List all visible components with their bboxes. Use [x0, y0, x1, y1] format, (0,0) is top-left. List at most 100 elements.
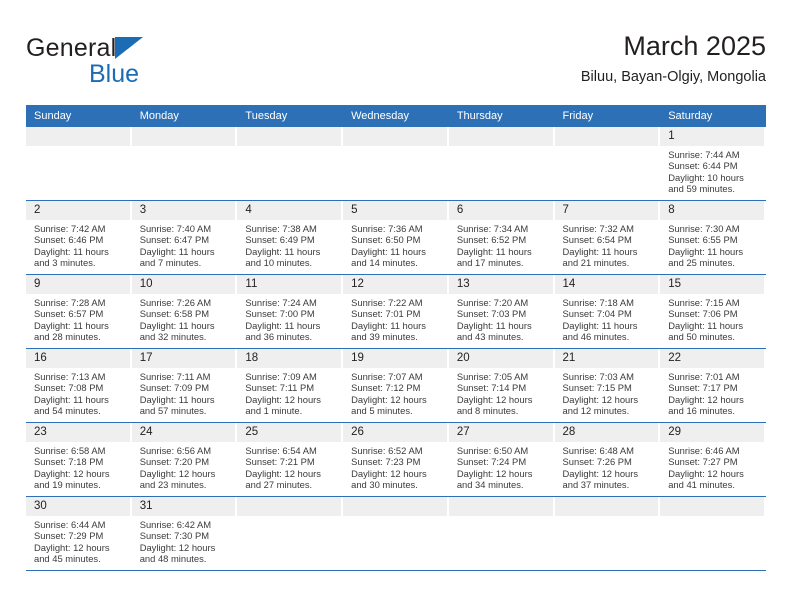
daylight-text-line2: and 30 minutes. — [351, 479, 418, 491]
day-details: Sunrise: 6:50 AM Sunset: 7:24 PM Daylight:… — [449, 442, 555, 491]
calendar-cell-day-29[interactable]: 29 Sunrise: 6:46 AM Sunset: 7:27 PM Dayligh… — [660, 422, 766, 497]
calendar-cell-empty — [131, 127, 238, 201]
sunset-text: Sunset: 6:55 PM — [668, 234, 738, 246]
calendar-cell-day-27[interactable]: 27 Sunrise: 6:50 AM Sunset: 7:24 PM Dayligh… — [448, 422, 555, 497]
sunrise-text: Sunrise: 7:05 AM — [456, 371, 529, 382]
day-details: Sunrise: 6:58 AM Sunset: 7:18 PM Daylight:… — [26, 442, 132, 491]
daylight-text-line1: Daylight: 11 hours — [139, 319, 215, 331]
calendar-cell-day-4[interactable]: 4 Sunrise: 7:38 AM Sunset: 6:49 PM Daylight… — [237, 200, 344, 275]
calendar-cell-day-19[interactable]: 19 Sunrise: 7:07 AM Sunset: 7:12 PM Dayligh… — [343, 348, 449, 423]
calendar-cell-day-2[interactable]: 2 Sunrise: 7:42 AM Sunset: 6:46 PM Daylight… — [26, 200, 132, 275]
day-number: 25 — [237, 423, 342, 442]
daylight-text-line2: and 21 minutes. — [562, 257, 630, 269]
sunrise-text: Sunrise: 6:50 AM — [456, 445, 529, 456]
calendar-cell-day-8[interactable]: 8 Sunrise: 7:30 AM Sunset: 6:55 PM Daylight… — [660, 200, 766, 275]
calendar-cell-day-23[interactable]: 23 Sunrise: 6:58 AM Sunset: 7:18 PM Dayligh… — [26, 422, 132, 497]
calendar-cell-day-30[interactable]: 30 Sunrise: 6:44 AM Sunset: 7:29 PM Dayligh… — [26, 496, 132, 571]
daylight-text-line1: Daylight: 11 hours — [668, 245, 744, 257]
weekday-header-friday: Friday — [554, 105, 661, 127]
sunrise-text: Sunrise: 6:56 AM — [139, 445, 212, 456]
calendar-cell-day-1[interactable]: 1 Sunrise: 7:44 AM Sunset: 6:44 PM Daylight… — [660, 127, 766, 201]
brand-logo[interactable]: General Blue — [26, 34, 266, 94]
day-details: Sunrise: 7:32 AM Sunset: 6:54 PM Daylight:… — [555, 220, 661, 269]
calendar-cell-day-6[interactable]: 6 Sunrise: 7:34 AM Sunset: 6:52 PM Daylight… — [448, 200, 555, 275]
calendar-cell-day-14[interactable]: 14 Sunrise: 7:18 AM Sunset: 7:04 PM Dayligh… — [554, 274, 661, 349]
calendar-cell-day-24[interactable]: 24 Sunrise: 6:56 AM Sunset: 7:20 PM Dayligh… — [131, 422, 238, 497]
calendar-cell-day-26[interactable]: 26 Sunrise: 6:52 AM Sunset: 7:23 PM Dayligh… — [343, 422, 449, 497]
sunrise-text: Sunrise: 6:52 AM — [351, 445, 423, 456]
sunrise-text: Sunrise: 7:22 AM — [351, 297, 423, 308]
calendar-cell-empty — [343, 496, 449, 571]
daylight-text-line1: Daylight: 11 hours — [34, 393, 109, 405]
calendar-cell-day-15[interactable]: 15 Sunrise: 7:15 AM Sunset: 7:06 PM Dayligh… — [660, 274, 766, 349]
daylight-text-line2: and 1 minute. — [245, 405, 303, 417]
sunrise-text: Sunrise: 7:40 AM — [139, 223, 212, 234]
calendar-cell-day-9[interactable]: 9 Sunrise: 7:28 AM Sunset: 6:57 PM Daylight… — [26, 274, 132, 349]
daylight-text-line1: Daylight: 12 hours — [668, 393, 744, 405]
calendar-cell-day-5[interactable]: 5 Sunrise: 7:36 AM Sunset: 6:50 PM Daylight… — [343, 200, 449, 275]
daylight-text-line1: Daylight: 11 hours — [668, 319, 744, 331]
sunrise-text: Sunrise: 7:07 AM — [351, 371, 423, 382]
page-subtitle: Biluu, Bayan-Olgiy, Mongolia — [580, 69, 766, 85]
weekday-header-tuesday: Tuesday — [237, 105, 344, 127]
calendar-cell-day-3[interactable]: 3 Sunrise: 7:40 AM Sunset: 6:47 PM Daylight… — [131, 200, 238, 275]
daylight-text-line2: and 14 minutes. — [351, 257, 418, 269]
calendar-cell-day-12[interactable]: 12 Sunrise: 7:22 AM Sunset: 7:01 PM Dayligh… — [343, 274, 449, 349]
calendar-week-row: 1 Sunrise: 7:44 AM Sunset: 6:44 PM Daylight… — [26, 127, 766, 201]
calendar-cell-day-18[interactable]: 18 Sunrise: 7:09 AM Sunset: 7:11 PM Dayligh… — [237, 348, 344, 423]
day-number: 12 — [343, 275, 447, 294]
sunrise-text: Sunrise: 7:09 AM — [245, 371, 317, 382]
daylight-text-line1: Daylight: 12 hours — [34, 541, 110, 553]
sunset-text: Sunset: 7:06 PM — [668, 308, 738, 320]
calendar-cell-empty — [237, 127, 344, 201]
calendar-cell-empty — [26, 127, 132, 201]
calendar-cell-day-13[interactable]: 13 Sunrise: 7:20 AM Sunset: 7:03 PM Dayligh… — [448, 274, 555, 349]
calendar-cell-day-22[interactable]: 22 Sunrise: 7:01 AM Sunset: 7:17 PM Dayligh… — [660, 348, 766, 423]
daylight-text-line2: and 36 minutes. — [245, 331, 313, 343]
calendar-cell-day-10[interactable]: 10 Sunrise: 7:26 AM Sunset: 6:58 PM Dayligh… — [131, 274, 238, 349]
brand-name-general: General — [26, 34, 117, 62]
day-number: 13 — [448, 275, 553, 294]
calendar-week-row: 23 Sunrise: 6:58 AM Sunset: 7:18 PM Dayligh… — [26, 422, 766, 497]
weekday-header-thursday: Thursday — [448, 105, 555, 127]
day-number: 15 — [660, 275, 764, 294]
calendar-cell-day-21[interactable]: 21 Sunrise: 7:03 AM Sunset: 7:15 PM Dayligh… — [554, 348, 661, 423]
sunrise-text: Sunrise: 7:18 AM — [562, 297, 634, 308]
sunset-text: Sunset: 7:21 PM — [245, 456, 315, 468]
day-details: Sunrise: 7:15 AM Sunset: 7:06 PM Daylight:… — [660, 294, 766, 343]
daylight-text-line1: Daylight: 11 hours — [139, 245, 215, 257]
calendar-cell-empty — [237, 496, 344, 571]
daylight-text-line1: Daylight: 11 hours — [34, 245, 109, 257]
daylight-text-line1: Daylight: 11 hours — [456, 319, 532, 331]
calendar-cell-day-20[interactable]: 20 Sunrise: 7:05 AM Sunset: 7:14 PM Dayligh… — [448, 348, 555, 423]
day-details: Sunrise: 7:20 AM Sunset: 7:03 PM Daylight:… — [449, 294, 555, 343]
calendar-cell-day-25[interactable]: 25 Sunrise: 6:54 AM Sunset: 7:21 PM Dayligh… — [237, 422, 344, 497]
day-details: Sunrise: 7:18 AM Sunset: 7:04 PM Daylight:… — [555, 294, 661, 343]
daylight-text-line1: Daylight: 12 hours — [351, 467, 427, 479]
day-number: 7 — [554, 201, 659, 220]
day-details: Sunrise: 7:24 AM Sunset: 7:00 PM Daylight:… — [237, 294, 343, 343]
calendar-cell-day-7[interactable]: 7 Sunrise: 7:32 AM Sunset: 6:54 PM Daylight… — [554, 200, 661, 275]
sunrise-text: Sunrise: 7:32 AM — [562, 223, 634, 234]
daylight-text-line2: and 8 minutes. — [456, 405, 519, 417]
calendar-cell-day-28[interactable]: 28 Sunrise: 6:48 AM Sunset: 7:26 PM Dayligh… — [554, 422, 661, 497]
calendar-cell-day-17[interactable]: 17 Sunrise: 7:11 AM Sunset: 7:09 PM Dayligh… — [131, 348, 238, 423]
calendar-cell-day-31[interactable]: 31 Sunrise: 6:42 AM Sunset: 7:30 PM Dayligh… — [131, 496, 238, 571]
calendar-cell-day-11[interactable]: 11 Sunrise: 7:24 AM Sunset: 7:00 PM Dayligh… — [237, 274, 344, 349]
calendar-cell-day-16[interactable]: 16 Sunrise: 7:13 AM Sunset: 7:08 PM Dayligh… — [26, 348, 132, 423]
day-details: Sunrise: 7:40 AM Sunset: 6:47 PM Daylight:… — [132, 220, 238, 269]
sunrise-text: Sunrise: 7:15 AM — [668, 297, 740, 308]
day-details: Sunrise: 7:03 AM Sunset: 7:15 PM Daylight:… — [555, 368, 661, 417]
daylight-text-line2: and 10 minutes. — [245, 257, 313, 269]
sunrise-text: Sunrise: 7:30 AM — [668, 223, 740, 234]
day-details: Sunrise: 7:22 AM Sunset: 7:01 PM Daylight:… — [343, 294, 449, 343]
day-number: 6 — [448, 201, 553, 220]
daylight-text-line2: and 23 minutes. — [139, 479, 207, 491]
day-details: Sunrise: 7:44 AM Sunset: 6:44 PM Daylight:… — [660, 146, 766, 195]
daylight-text-line2: and 54 minutes. — [34, 405, 101, 417]
logo-divider — [86, 59, 88, 85]
daylight-text-line2: and 57 minutes. — [139, 405, 207, 417]
daylight-text-line1: Daylight: 11 hours — [562, 319, 638, 331]
sunrise-text: Sunrise: 7:34 AM — [456, 223, 529, 234]
sunset-text: Sunset: 7:30 PM — [139, 530, 210, 542]
